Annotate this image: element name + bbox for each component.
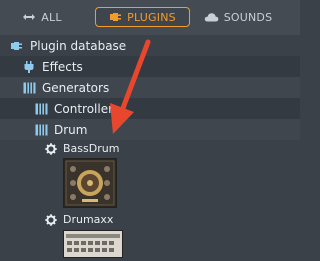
cloud-icon <box>204 13 219 22</box>
tab-all[interactable]: ALL <box>12 7 72 27</box>
tree-item-plugin-database[interactable]: Plugin database <box>0 35 300 56</box>
arrows-icon <box>23 14 36 20</box>
tree-item-controller[interactable]: Controller <box>0 98 300 119</box>
tree-item-label: Controller <box>54 101 114 116</box>
gear-icon <box>45 213 57 226</box>
tab-all-label: ALL <box>41 10 62 24</box>
tree-item-label: Plugin database <box>30 38 127 53</box>
gear-icon <box>45 142 57 155</box>
drumaxx-thumbnail[interactable] <box>63 230 123 258</box>
tree-item-drum[interactable]: Drum <box>0 119 300 140</box>
tree-item-effects[interactable]: Effects <box>0 56 300 77</box>
piano-keys-icon <box>22 81 36 95</box>
piano-keys-icon <box>34 123 48 137</box>
piano-keys-icon <box>34 102 48 116</box>
tab-plugins[interactable]: PLUGINS <box>95 7 190 27</box>
tree-item-label: Drum <box>54 122 88 137</box>
plugin-item-drumaxx[interactable]: Drumaxx <box>45 213 113 226</box>
browser-tab-bar: ALL PLUGINS SOUNDS <box>0 0 300 35</box>
tree-item-generators[interactable]: Generators <box>0 77 300 98</box>
plugin-name: BassDrum <box>63 142 120 155</box>
plug-icon <box>110 13 122 21</box>
plug-icon <box>10 39 24 53</box>
tab-plugins-label: PLUGINS <box>127 10 176 24</box>
plugin-item-bassdrum[interactable]: BassDrum <box>45 142 119 155</box>
tab-sounds[interactable]: SOUNDS <box>198 7 278 27</box>
tree-item-label: Generators <box>42 80 110 95</box>
tab-sounds-label: SOUNDS <box>223 10 273 24</box>
bassdrum-thumbnail[interactable] <box>63 158 117 208</box>
tree-item-label: Effects <box>42 59 83 74</box>
plug-icon <box>22 60 36 74</box>
plugin-name: Drumaxx <box>63 213 114 226</box>
